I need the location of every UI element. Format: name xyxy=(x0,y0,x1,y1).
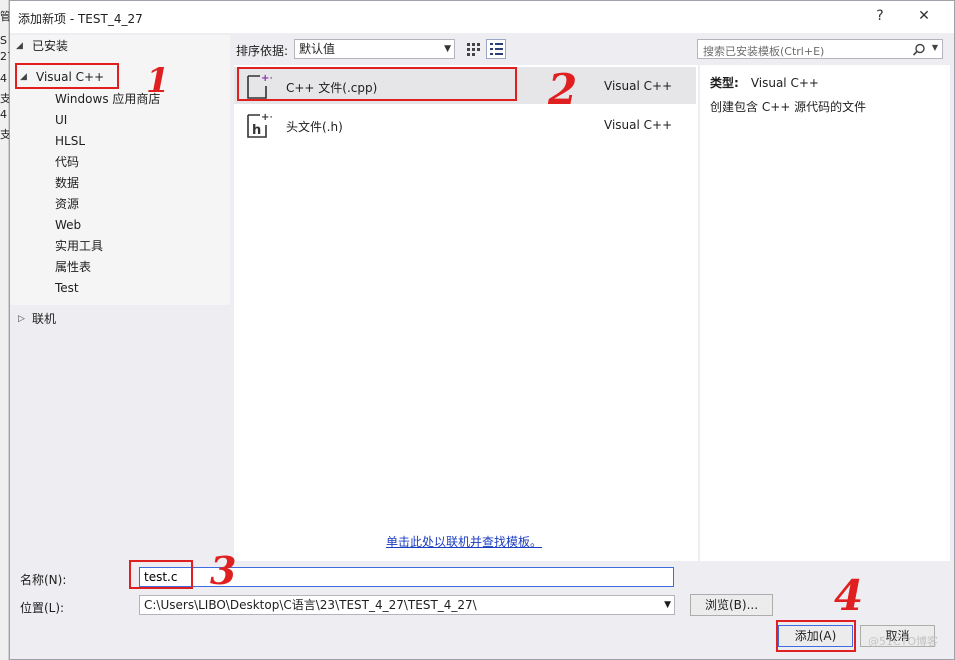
sort-dropdown[interactable]: 默认值 ▼ xyxy=(294,39,455,59)
tree-node-label: 已安装 xyxy=(32,39,69,53)
tree-node-label: 资源 xyxy=(55,197,80,211)
expanded-arrow-icon[interactable]: ◢ xyxy=(16,36,23,57)
title-bar: 添加新项 - TEST_4_27 ? ✕ xyxy=(10,1,954,33)
template-search-box[interactable]: 搜索已安装模板(Ctrl+E) ▼ xyxy=(697,39,943,59)
chevron-down-icon[interactable]: ▼ xyxy=(664,596,671,614)
annotation-number-1: 1 xyxy=(146,61,170,101)
tree-node-label: UI xyxy=(55,113,68,127)
watermark: @51CTO博客 xyxy=(868,635,939,648)
tree-node-label: HLSL xyxy=(55,134,86,148)
sort-label: 排序依据: xyxy=(236,44,289,58)
location-combobox[interactable]: C:\Users\LIBO\Desktop\C语言\23\TEST_4_27\T… xyxy=(139,595,675,615)
tree-node-utilities[interactable]: 实用工具 xyxy=(10,236,230,257)
annotation-box-cpp-template xyxy=(237,67,517,101)
tree-node-label: 联机 xyxy=(32,312,57,326)
tree-node-hlsl[interactable]: HLSL xyxy=(10,131,230,152)
tree-node-installed[interactable]: ◢ 已安装 xyxy=(10,36,230,57)
tree-node-web[interactable]: Web xyxy=(10,215,230,236)
chevron-down-icon[interactable]: ▼ xyxy=(932,43,938,52)
bg-glyph: 管 xyxy=(0,10,9,23)
tree-node-property-sheets[interactable]: 属性表 xyxy=(10,257,230,278)
header-file-icon: h ++ xyxy=(247,112,272,138)
template-language: Visual C++ xyxy=(604,118,673,132)
annotation-box-name xyxy=(129,560,193,589)
background-window-strip: 管 S 27 4 支 4 支 xyxy=(0,0,9,660)
tree-node-label: 数据 xyxy=(55,176,80,190)
search-icon[interactable] xyxy=(912,43,926,57)
annotation-number-2: 2 xyxy=(548,65,578,114)
list-view-button[interactable] xyxy=(486,39,506,59)
tree-node-label: 属性表 xyxy=(55,260,92,274)
template-item-header[interactable]: h ++ 头文件(.h) Visual C++ xyxy=(234,106,696,143)
annotation-box-add xyxy=(776,620,856,652)
template-type: 类型: Visual C++ xyxy=(710,74,819,91)
location-label: 位置(L): xyxy=(20,601,65,615)
location-value: C:\Users\LIBO\Desktop\C语言\23\TEST_4_27\T… xyxy=(144,598,477,612)
bg-glyph: 支 xyxy=(0,92,9,105)
close-button[interactable]: ✕ xyxy=(911,5,937,27)
help-button[interactable]: ? xyxy=(867,5,893,27)
chevron-down-icon: ▼ xyxy=(444,44,451,54)
bg-glyph: 27 xyxy=(0,50,9,63)
tree-node-ui[interactable]: UI xyxy=(10,110,230,131)
browse-button[interactable]: 浏览(B)... xyxy=(690,594,773,616)
tree-node-label: Test xyxy=(55,281,79,295)
template-description: 创建包含 C++ 源代码的文件 xyxy=(710,100,867,114)
tree-lower-area: ▷ 联机 xyxy=(10,305,230,561)
template-list: ++ C++ 文件(.cpp) Visual C++ h ++ 头文件(.h) … xyxy=(234,65,698,561)
tree-node-test[interactable]: Test xyxy=(10,278,230,299)
sort-toolbar: 排序依据: 默认值 ▼ xyxy=(230,35,698,63)
grid-view-button[interactable] xyxy=(463,39,483,59)
type-label: 类型: xyxy=(710,76,739,90)
annotation-box-visual-cpp xyxy=(15,63,119,89)
bg-glyph: 支 xyxy=(0,128,9,141)
tree-node-resources[interactable]: 资源 xyxy=(10,194,230,215)
grid-view-icon xyxy=(467,43,480,56)
tree-node-code[interactable]: 代码 xyxy=(10,152,230,173)
list-view-icon xyxy=(490,43,503,55)
type-value: Visual C++ xyxy=(750,76,819,90)
tree-node-online[interactable]: ▷ 联机 xyxy=(10,309,230,330)
bg-glyph: 4 xyxy=(0,72,7,85)
dialog-title: 添加新项 - TEST_4_27 xyxy=(18,12,143,26)
bg-glyph: S xyxy=(0,34,7,47)
annotation-number-3: 3 xyxy=(210,548,237,593)
sort-value: 默认值 xyxy=(299,42,336,56)
tree-node-label: 实用工具 xyxy=(55,239,104,253)
svg-text:h: h xyxy=(252,123,261,138)
bg-glyph: 4 xyxy=(0,108,7,121)
tree-node-data[interactable]: 数据 xyxy=(10,173,230,194)
search-placeholder: 搜索已安装模板(Ctrl+E) xyxy=(703,45,825,58)
template-language: Visual C++ xyxy=(604,79,673,93)
template-details-pane: 类型: Visual C++ 创建包含 C++ 源代码的文件 xyxy=(700,65,950,561)
name-label: 名称(N): xyxy=(20,573,67,587)
add-new-item-dialog: 添加新项 - TEST_4_27 ? ✕ ◢ 已安装 ◢ Visual C++ … xyxy=(9,0,955,660)
online-templates-link[interactable]: 单击此处以联机并查找模板。 xyxy=(386,533,542,550)
tree-node-label: Web xyxy=(55,218,82,232)
tree-node-windows-store[interactable]: Windows 应用商店 xyxy=(10,89,230,110)
annotation-number-4: 4 xyxy=(834,571,864,620)
svg-text:++: ++ xyxy=(261,112,272,123)
collapsed-arrow-icon[interactable]: ▷ xyxy=(18,309,25,330)
tree-node-label: Windows 应用商店 xyxy=(55,92,161,106)
template-name: 头文件(.h) xyxy=(286,120,343,134)
tree-node-label: 代码 xyxy=(55,155,80,169)
